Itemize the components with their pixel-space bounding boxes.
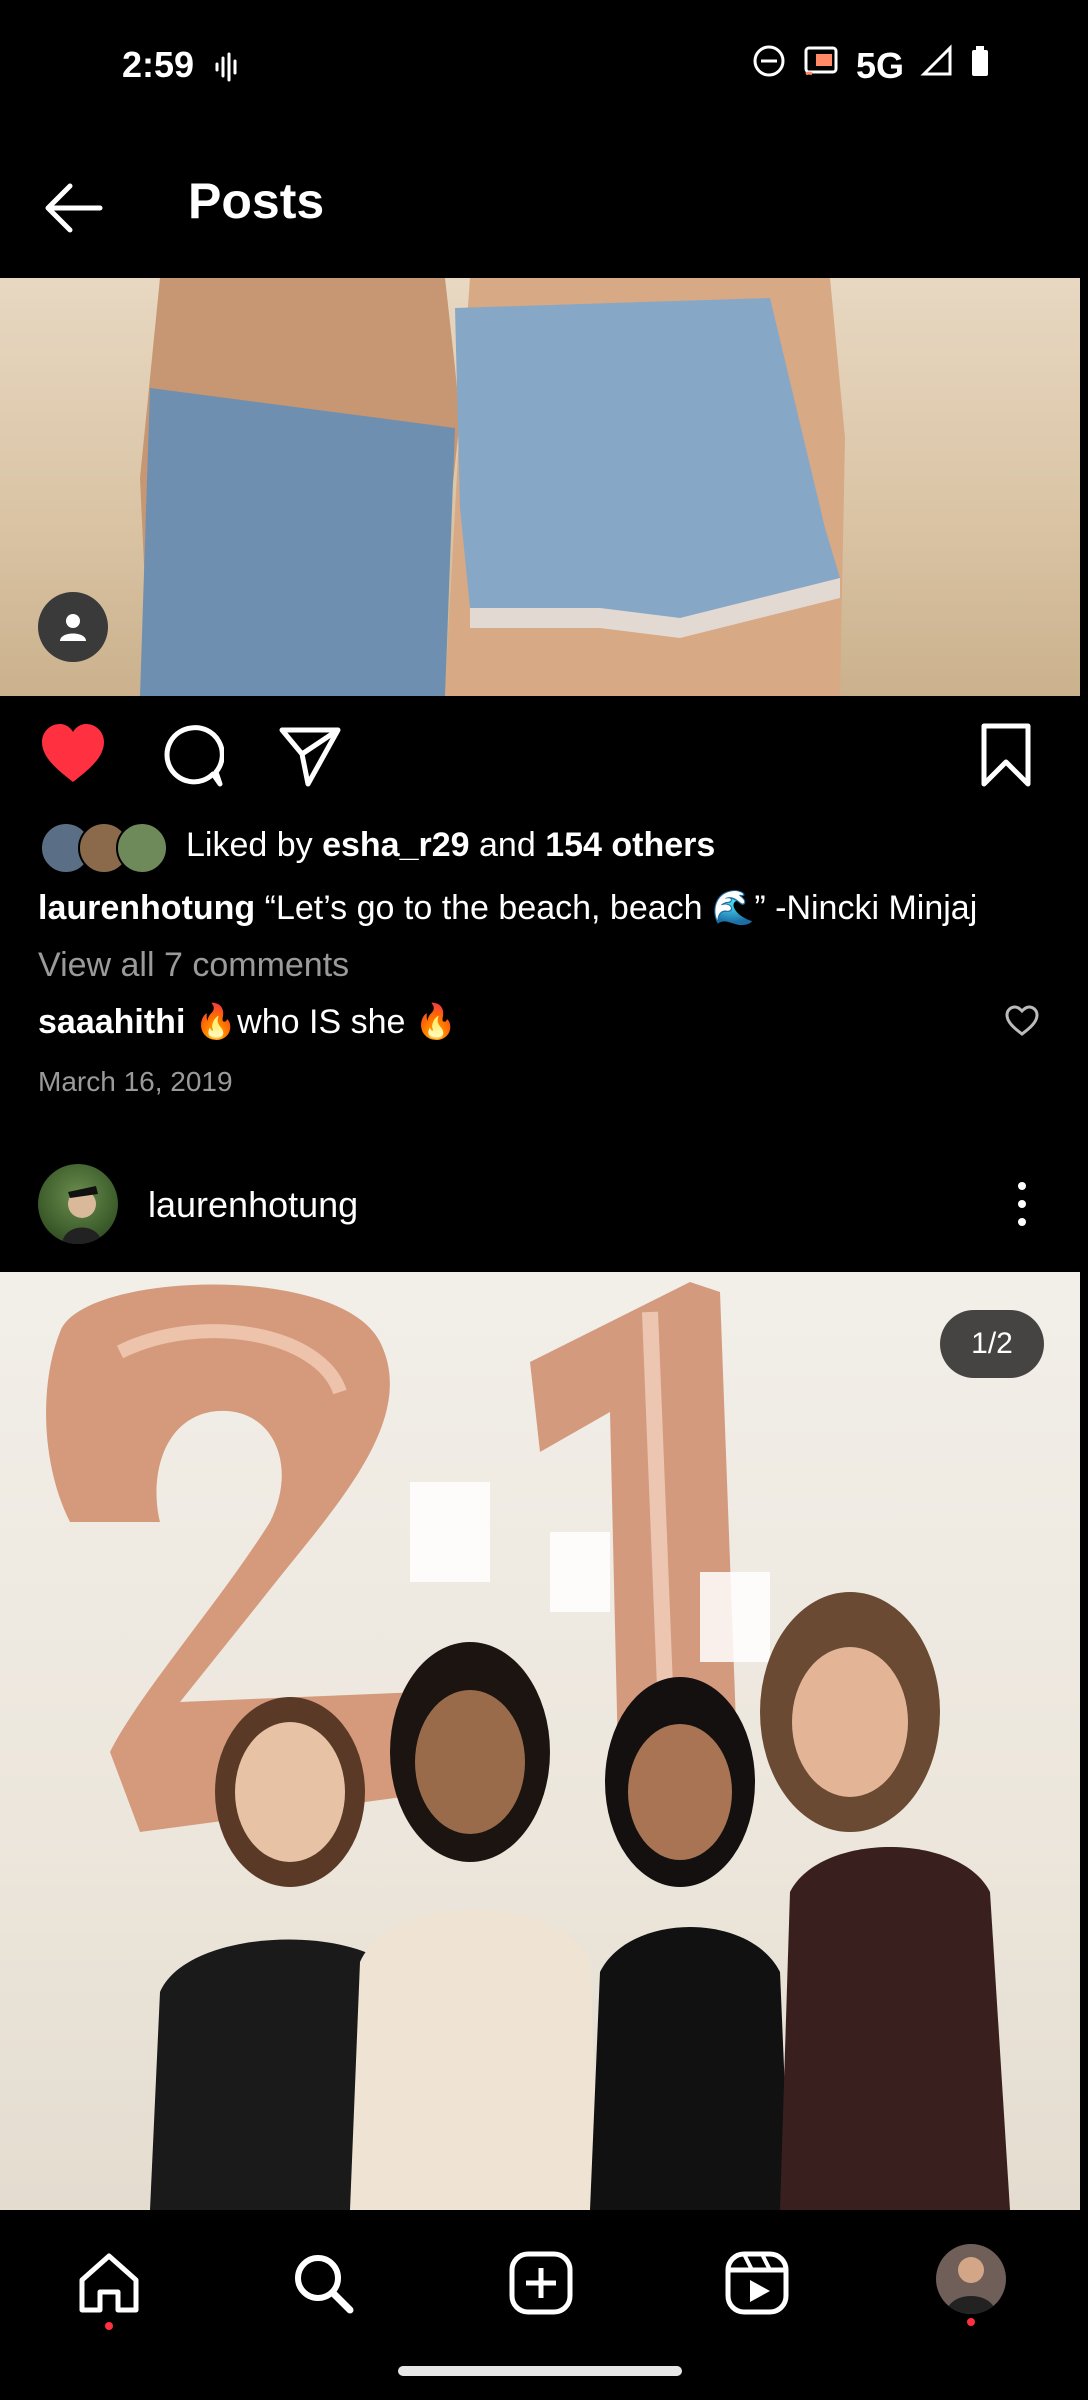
home-icon [79, 2253, 139, 2313]
person-icon [60, 614, 86, 641]
search-icon [295, 2255, 354, 2314]
reels-icon [725, 2251, 789, 2315]
create-icon [509, 2251, 573, 2315]
nav-home[interactable] [74, 2248, 144, 2330]
bookmark-icon [981, 723, 1031, 787]
nav-profile[interactable] [936, 2244, 1006, 2314]
share-button[interactable] [278, 724, 342, 788]
avatar [116, 822, 168, 874]
heart-icon [42, 724, 104, 782]
network-label: 5G [855, 44, 904, 86]
profile-avatar [946, 2257, 996, 2314]
tag-people-button[interactable] [38, 592, 108, 662]
like-button[interactable] [38, 720, 108, 790]
comment-username[interactable]: saaahithi [38, 1003, 185, 1041]
comment-icon [164, 725, 225, 787]
post2-username[interactable]: laurenhotung [148, 1184, 358, 1226]
liked-by-middle: and [469, 826, 546, 864]
more-icon [1018, 1182, 1026, 1226]
like-count[interactable]: Liked by esha_r29 and 154 others [186, 826, 715, 865]
status-time: 2:59 [122, 44, 195, 85]
comment-button[interactable] [158, 722, 225, 788]
comment-text: 🔥who IS she 🔥 [194, 1003, 458, 1041]
liked-by-prefix: Liked by [186, 826, 323, 864]
dnd-icon [752, 44, 786, 87]
more-options-button[interactable] [1010, 1180, 1034, 1228]
liked-by-user[interactable]: esha_r29 [322, 826, 469, 864]
nav-reels[interactable] [722, 2248, 792, 2318]
comment-like-button[interactable] [1004, 1004, 1040, 1038]
signal-icon [920, 44, 954, 87]
status-indicators: 5G [752, 44, 990, 87]
caption-text: “Let’s go to the beach, beach 🌊” -Nincki… [264, 889, 978, 927]
comment-preview: saaahithi 🔥who IS she 🔥 [38, 1002, 457, 1042]
page-title: Posts [188, 173, 325, 229]
small-heart-icon [1005, 1005, 1039, 1036]
nav-search[interactable] [288, 2248, 358, 2318]
post-date: March 16, 2019 [38, 1066, 233, 1097]
liked-by-others[interactable]: 154 others [545, 826, 715, 864]
post2-photo[interactable] [0, 1272, 1080, 2210]
battery-icon [970, 44, 990, 87]
post2-avatar[interactable] [38, 1164, 118, 1244]
post1-photo[interactable] [0, 278, 1080, 696]
save-button[interactable] [978, 722, 1034, 788]
notification-dot [105, 2322, 113, 2330]
view-comments-link[interactable]: View all 7 comments [38, 946, 349, 985]
post-caption: laurenhotung “Let’s go to the beach, bea… [38, 888, 977, 928]
share-icon [279, 727, 341, 787]
home-indicator[interactable] [398, 2366, 682, 2376]
caption-username[interactable]: laurenhotung [38, 889, 255, 927]
profile-notification-dot [967, 2318, 975, 2326]
liked-by-avatars[interactable] [40, 822, 170, 874]
cast-icon [802, 44, 840, 87]
back-arrow-icon [45, 183, 103, 233]
back-button[interactable] [40, 178, 110, 238]
slide-counter: 1/2 [940, 1310, 1044, 1378]
nav-create[interactable] [506, 2248, 576, 2318]
audio-icon [212, 52, 242, 82]
